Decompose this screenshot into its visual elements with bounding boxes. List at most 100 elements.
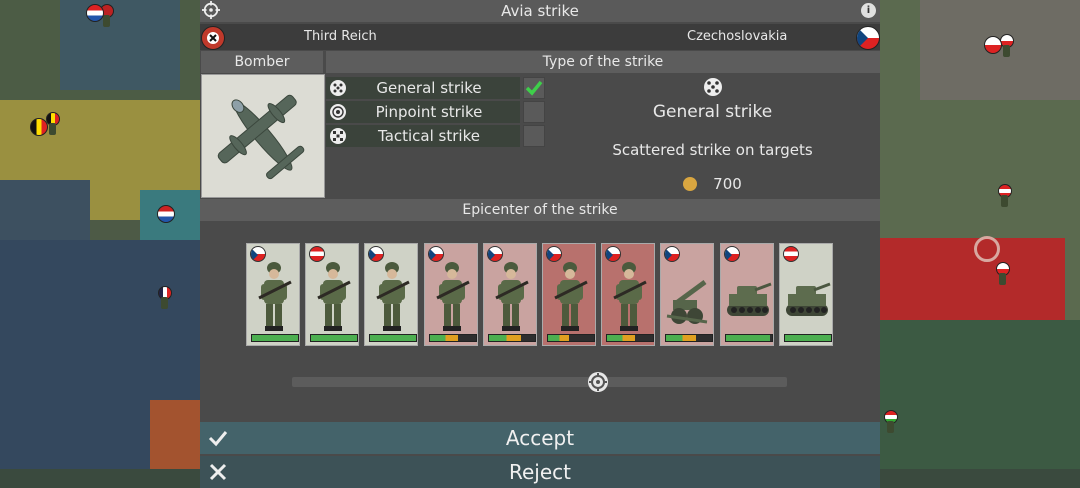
bomber-header: Bomber [201, 51, 323, 73]
general-strike-checkbox[interactable] [523, 77, 545, 99]
strike-option-tactical[interactable]: Tactical strike [326, 125, 520, 147]
unit-health-fill [370, 335, 416, 341]
unit-health-fill [311, 335, 357, 341]
map-marker-icon[interactable] [984, 36, 1002, 60]
infantry-unit-icon [602, 254, 656, 338]
avia-strike-dialog: Avia strike i Third Reich Czechoslovakia… [200, 0, 880, 488]
pinpoint-target-icon [330, 104, 346, 120]
infantry-unit-icon [365, 254, 419, 338]
coin-icon [683, 177, 698, 191]
dialog-title: Avia strike [501, 2, 579, 20]
reject-button[interactable]: Reject [200, 456, 880, 488]
unit-health-fill [252, 335, 298, 341]
scatter-target-icon [703, 78, 722, 96]
infantry-unit-icon [247, 254, 301, 338]
close-icon [209, 463, 227, 481]
dialog-titlebar: Avia strike i [200, 0, 880, 22]
map-unit-icon[interactable] [996, 262, 1010, 286]
map-region[interactable] [150, 400, 200, 469]
map-region[interactable] [880, 320, 1080, 469]
strike-target-marker-icon[interactable] [974, 236, 1000, 262]
infantry-unit-icon [425, 254, 479, 338]
unit-card-artillery[interactable] [660, 243, 714, 346]
epicenter-header-label: Epicenter of the strike [462, 202, 618, 218]
unit-health-bar [606, 334, 654, 342]
unit-health-bar [488, 334, 536, 342]
unit-health-fill [785, 335, 831, 341]
map-unit-icon[interactable] [1000, 34, 1014, 58]
attacker-flag-icon [201, 26, 225, 50]
info-icon[interactable]: i [861, 3, 876, 18]
unit-card-infantry[interactable] [246, 243, 300, 346]
map-unit-icon[interactable] [884, 410, 898, 434]
strike-cost-value: 700 [713, 175, 742, 193]
infantry-unit-icon [484, 254, 538, 338]
world-map-right[interactable] [880, 0, 1080, 469]
crosshair-icon [589, 373, 607, 391]
tactical-grid-icon [330, 128, 346, 144]
map-marker-icon[interactable] [86, 4, 104, 28]
accept-button[interactable]: Accept [200, 422, 880, 454]
accept-label: Accept [505, 426, 575, 450]
map-marker-icon[interactable] [157, 205, 175, 229]
world-map-left[interactable] [0, 0, 200, 469]
epicenter-slider-track[interactable] [292, 377, 787, 387]
map-unit-icon[interactable] [46, 112, 60, 136]
unit-card-tank[interactable] [779, 243, 833, 346]
strike-option-label: General strike [376, 79, 482, 97]
unit-card-infantry[interactable] [424, 243, 478, 346]
scatter-target-icon [330, 80, 346, 96]
map-unit-icon[interactable] [158, 286, 172, 310]
unit-card-infantry[interactable] [542, 243, 596, 346]
checkmark-icon [208, 431, 228, 447]
map-marker-icon[interactable] [30, 118, 48, 142]
selected-strike-description: Scattered strike on targets [612, 141, 813, 159]
unit-health-fill [666, 335, 696, 341]
pinpoint-strike-checkbox[interactable] [523, 101, 545, 123]
unit-card-tank[interactable] [720, 243, 774, 346]
strike-option-pinpoint[interactable]: Pinpoint strike [326, 101, 520, 123]
tank-unit-icon [721, 254, 775, 338]
strike-option-label: Tactical strike [378, 127, 480, 145]
strike-option-general[interactable]: General strike [326, 77, 520, 99]
unit-health-bar [784, 334, 832, 342]
selected-strike-title: General strike [652, 102, 773, 122]
unit-health-bar [665, 334, 713, 342]
unit-card-infantry[interactable] [364, 243, 418, 346]
unit-health-fill [548, 335, 569, 341]
unit-card-infantry[interactable] [483, 243, 537, 346]
bomber-header-label: Bomber [234, 54, 290, 70]
unit-health-bar [547, 334, 595, 342]
unit-card-infantry[interactable] [305, 243, 359, 346]
bomber-portrait[interactable] [201, 74, 325, 198]
infantry-unit-icon [306, 254, 360, 338]
unit-health-bar [429, 334, 477, 342]
unit-health-fill [726, 335, 770, 341]
combatants-bar: Third Reich Czechoslovakia [200, 24, 880, 50]
unit-health-bar [369, 334, 417, 342]
tank-unit-icon [780, 254, 834, 338]
tactical-strike-checkbox[interactable] [523, 125, 545, 147]
artillery-unit-icon [661, 254, 715, 338]
epicenter-slider-handle[interactable] [588, 372, 608, 392]
defender-name: Czechoslovakia [687, 29, 788, 44]
unit-health-fill [489, 335, 522, 341]
selected-strike-icon-wrap [545, 78, 880, 100]
bomber-plane-icon [217, 94, 305, 180]
checkmark-icon [525, 80, 543, 96]
unit-card-infantry[interactable] [601, 243, 655, 346]
unit-health-fill [607, 335, 635, 341]
map-region[interactable] [60, 0, 180, 90]
unit-health-bar [310, 334, 358, 342]
strike-cost: 700 [545, 175, 880, 193]
map-unit-icon[interactable] [998, 184, 1012, 208]
strike-option-label: Pinpoint strike [375, 103, 483, 121]
attacker-name: Third Reich [304, 29, 377, 44]
defender-flag-icon [856, 26, 880, 50]
unit-health-bar [251, 334, 299, 342]
strike-type-header: Type of the strike [326, 51, 880, 73]
map-region[interactable] [880, 238, 1065, 330]
reject-label: Reject [508, 460, 571, 484]
unit-health-fill [430, 335, 458, 341]
crosshair-icon [202, 1, 220, 19]
